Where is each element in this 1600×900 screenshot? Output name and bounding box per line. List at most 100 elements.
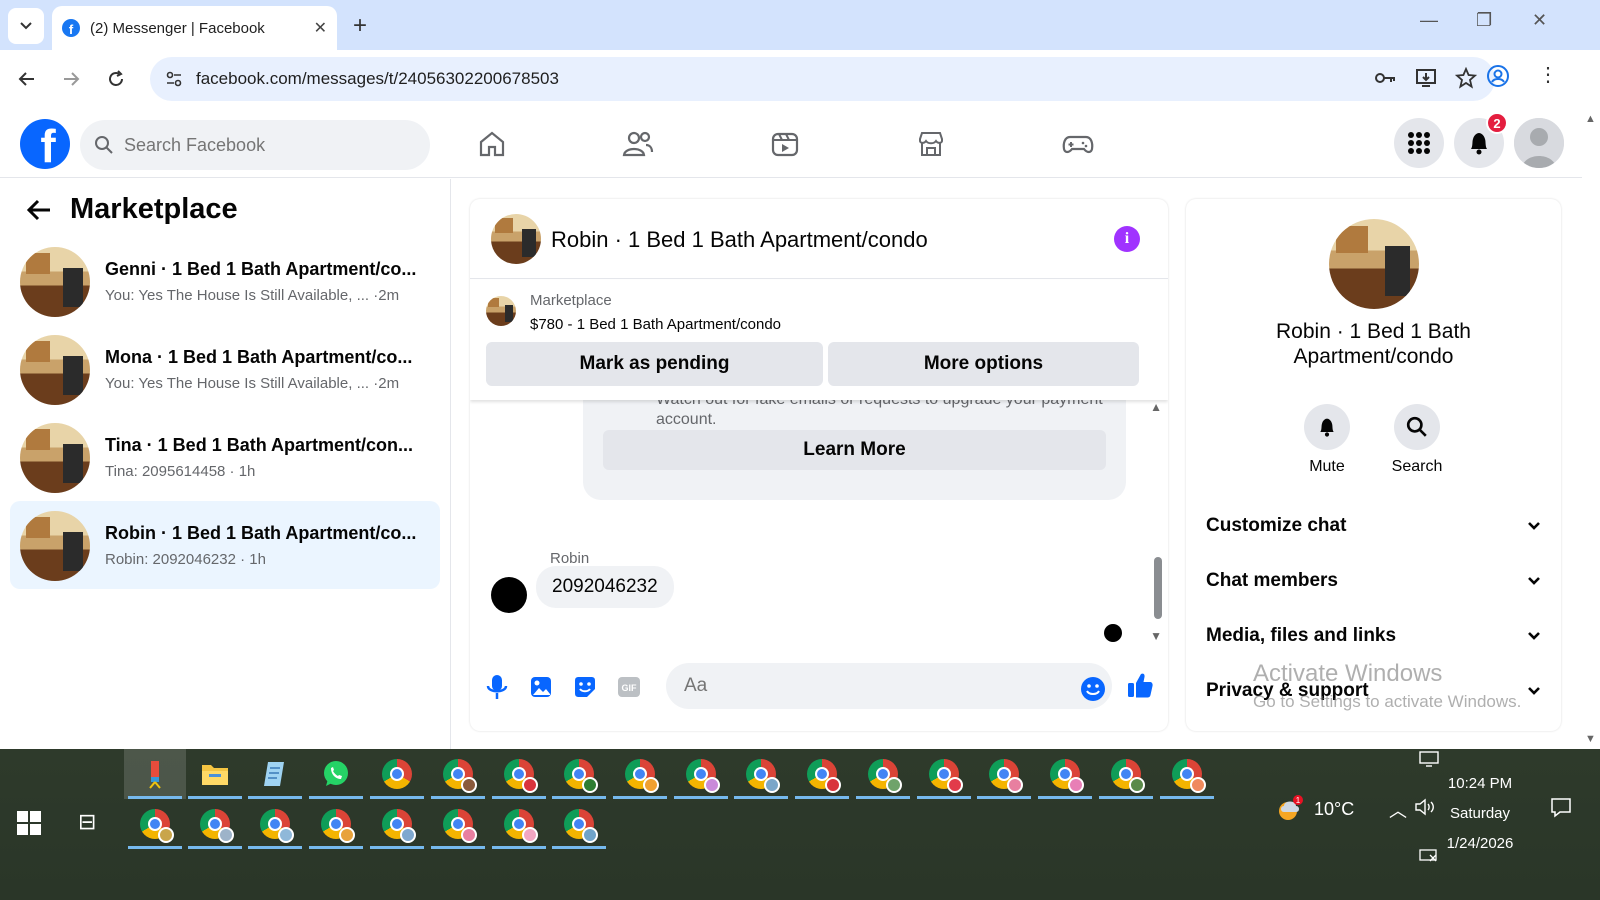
nav-home[interactable] bbox=[462, 124, 522, 164]
taskbar-chrome-profile[interactable] bbox=[609, 749, 671, 799]
taskbar-chrome-profile[interactable] bbox=[427, 799, 489, 849]
conversation-item[interactable]: Tina · 1 Bed 1 Bath Apartment/con... Tin… bbox=[10, 413, 440, 501]
facebook-logo[interactable]: f bbox=[20, 119, 70, 169]
minimize-icon[interactable]: — bbox=[1420, 10, 1438, 31]
sender-avatar[interactable] bbox=[491, 577, 527, 613]
listing-thumbnail[interactable] bbox=[486, 296, 516, 326]
taskbar-chrome-profile[interactable] bbox=[184, 799, 246, 849]
mark-as-pending-button[interactable]: Mark as pending bbox=[486, 342, 823, 386]
back-arrow-icon[interactable] bbox=[26, 198, 52, 222]
taskbar-chrome-profile[interactable] bbox=[124, 799, 186, 849]
taskbar-chrome-profile[interactable] bbox=[488, 749, 550, 799]
taskbar-chrome-profile[interactable] bbox=[1095, 749, 1157, 799]
mute-button[interactable]: Mute bbox=[1292, 404, 1362, 476]
taskbar-chrome-profile[interactable] bbox=[670, 749, 732, 799]
search-input[interactable] bbox=[124, 134, 404, 156]
taskbar-chrome-profile[interactable] bbox=[427, 749, 489, 799]
customize-chat-section[interactable]: Customize chat bbox=[1206, 506, 1541, 546]
window-close-icon[interactable]: ✕ bbox=[1532, 10, 1547, 31]
system-clock[interactable]: 10:24 PM Saturday 1/24/2026 bbox=[1420, 769, 1540, 859]
new-tab-button[interactable]: + bbox=[353, 12, 367, 40]
taskbar-chrome[interactable] bbox=[366, 749, 428, 799]
conversation-item-active[interactable]: Robin · 1 Bed 1 Bath Apartment/co... Rob… bbox=[10, 501, 440, 589]
chat-avatar[interactable] bbox=[491, 214, 541, 264]
taskbar-chrome-profile[interactable] bbox=[548, 799, 610, 849]
back-button[interactable] bbox=[10, 62, 44, 96]
gif-icon[interactable]: GIF bbox=[614, 672, 644, 702]
menu-button[interactable] bbox=[1394, 118, 1444, 168]
taskbar-app-notepad[interactable] bbox=[244, 749, 306, 799]
taskbar-chrome-profile[interactable] bbox=[244, 799, 306, 849]
key-icon[interactable] bbox=[1373, 67, 1397, 89]
taskbar-chrome-profile[interactable] bbox=[1156, 749, 1218, 799]
taskbar-app-explorer[interactable] bbox=[184, 749, 246, 799]
privacy-support-section[interactable]: Privacy & support bbox=[1206, 671, 1541, 711]
listing-price-title[interactable]: $780 - 1 Bed 1 Bath Apartment/condo bbox=[530, 316, 781, 333]
bookmark-star-icon[interactable] bbox=[1455, 67, 1477, 89]
task-view-icon[interactable]: ⊟ bbox=[78, 809, 96, 835]
taskbar-chrome-profile[interactable] bbox=[305, 799, 367, 849]
chat-details-avatar[interactable] bbox=[1329, 219, 1419, 309]
sticker-icon[interactable] bbox=[570, 672, 600, 702]
taskbar-chrome-profile[interactable] bbox=[730, 749, 792, 799]
address-bar[interactable]: facebook.com/messages/t/2405630220067850… bbox=[150, 57, 1495, 101]
chevron-down-icon bbox=[1528, 577, 1540, 585]
taskbar-app-whatsapp[interactable] bbox=[305, 749, 367, 799]
nav-friends[interactable] bbox=[608, 124, 668, 164]
chevron-up-icon[interactable]: ︿ bbox=[1389, 797, 1407, 823]
info-icon[interactable]: i bbox=[1114, 226, 1140, 252]
conversation-item[interactable]: Mona · 1 Bed 1 Bath Apartment/co... You:… bbox=[10, 325, 440, 413]
nav-marketplace[interactable] bbox=[901, 124, 961, 164]
browser-menu-icon[interactable]: ⋮ bbox=[1538, 62, 1558, 87]
forward-button[interactable] bbox=[54, 62, 88, 96]
scroll-down-arrow-icon[interactable]: ▼ bbox=[1150, 629, 1162, 643]
site-info-icon[interactable] bbox=[164, 69, 184, 89]
thumbs-up-icon[interactable] bbox=[1125, 670, 1155, 700]
taskbar-chrome-profile[interactable] bbox=[366, 799, 428, 849]
scroll-up-arrow-icon[interactable]: ▲ bbox=[1150, 400, 1162, 414]
nav-video[interactable] bbox=[755, 124, 815, 164]
notifications-button[interactable]: 2 bbox=[1454, 112, 1508, 168]
marketplace-icon bbox=[919, 132, 943, 156]
microphone-icon[interactable] bbox=[482, 672, 512, 702]
taskbar-chrome-profile[interactable] bbox=[852, 749, 914, 799]
chrome-icon bbox=[140, 809, 174, 843]
taskbar-chrome-profile[interactable] bbox=[973, 749, 1035, 799]
taskbar-chrome-profile[interactable] bbox=[1034, 749, 1096, 799]
search-in-chat-button[interactable]: Search bbox=[1382, 404, 1452, 476]
chat-scrollbar-thumb[interactable] bbox=[1154, 557, 1162, 619]
conversation-item[interactable]: Genni · 1 Bed 1 Bath Apartment/co... You… bbox=[10, 237, 440, 325]
tab-search-button[interactable] bbox=[8, 8, 44, 44]
taskbar-chrome-profile[interactable] bbox=[913, 749, 975, 799]
learn-more-button[interactable]: Learn More bbox=[603, 430, 1106, 470]
windows-start-icon[interactable] bbox=[17, 811, 41, 835]
emoji-icon[interactable] bbox=[1078, 674, 1108, 704]
photo-icon[interactable] bbox=[526, 672, 556, 702]
tab-close-icon[interactable]: ✕ bbox=[314, 18, 327, 38]
browser-tab[interactable]: f (2) Messenger | Facebook ✕ bbox=[52, 6, 337, 50]
install-app-icon[interactable] bbox=[1415, 67, 1437, 89]
nav-gaming[interactable] bbox=[1048, 124, 1108, 164]
account-avatar[interactable] bbox=[1514, 118, 1564, 168]
chat-members-section[interactable]: Chat members bbox=[1206, 561, 1541, 601]
more-options-button[interactable]: More options bbox=[828, 342, 1139, 386]
notification-center-icon[interactable] bbox=[1549, 795, 1573, 823]
taskbar-app-paint[interactable] bbox=[124, 749, 186, 799]
message-thread: Watch out for fake emails or requests to… bbox=[470, 370, 1168, 650]
reload-button[interactable] bbox=[99, 62, 133, 96]
media-files-links-section[interactable]: Media, files and links bbox=[1206, 616, 1541, 656]
profile-icon[interactable] bbox=[1486, 64, 1510, 93]
message-bubble[interactable]: 2092046232 bbox=[536, 566, 674, 608]
page-scroll-up-icon[interactable]: ▲ bbox=[1585, 113, 1596, 125]
page-scroll-down-icon[interactable]: ▼ bbox=[1585, 733, 1596, 745]
chrome-icon bbox=[564, 759, 598, 793]
facebook-search[interactable] bbox=[80, 120, 430, 170]
message-input[interactable] bbox=[666, 663, 1112, 709]
weather-icon[interactable]: 1 bbox=[1274, 794, 1304, 828]
taskbar-chrome-profile[interactable] bbox=[488, 799, 550, 849]
taskbar-chrome-profile[interactable] bbox=[548, 749, 610, 799]
restore-icon[interactable]: ❐ bbox=[1476, 10, 1492, 31]
chat-title[interactable]: Robin · 1 Bed 1 Bath Apartment/condo bbox=[551, 227, 928, 253]
whatsapp-icon bbox=[324, 761, 348, 786]
taskbar-chrome-profile[interactable] bbox=[791, 749, 853, 799]
